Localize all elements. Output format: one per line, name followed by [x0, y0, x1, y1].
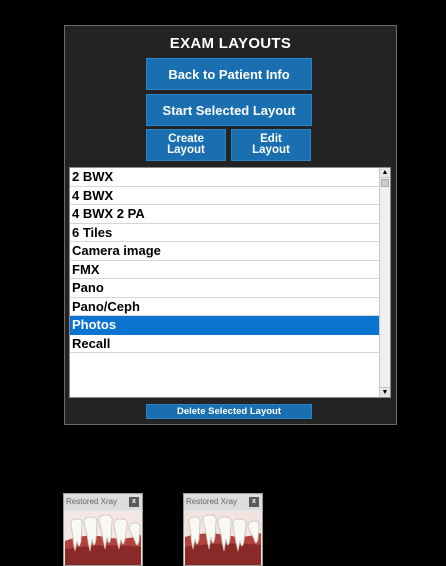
- scroll-thumb[interactable]: [381, 179, 389, 187]
- close-icon[interactable]: x: [249, 497, 259, 507]
- thumbnail-header: Restored Xray x: [64, 494, 142, 510]
- delete-selected-layout-button[interactable]: Delete Selected Layout: [146, 404, 312, 419]
- thumbnail-header: Restored Xray x: [184, 494, 262, 510]
- list-item[interactable]: Pano/Ceph: [70, 298, 380, 316]
- list-item[interactable]: 4 BWX: [70, 187, 380, 205]
- list-item[interactable]: 2 BWX: [70, 168, 380, 187]
- list-item-selected[interactable]: Photos: [70, 316, 380, 335]
- scroll-up-arrow-icon[interactable]: ▲: [380, 168, 390, 178]
- restored-xray-thumbnail[interactable]: Restored Xray x: [183, 493, 263, 566]
- create-layout-button[interactable]: Create Layout: [146, 129, 226, 161]
- list-item[interactable]: Pano: [70, 279, 380, 298]
- edit-layout-button[interactable]: Edit Layout: [231, 129, 311, 161]
- back-to-patient-info-button[interactable]: Back to Patient Info: [146, 58, 312, 90]
- list-item[interactable]: FMX: [70, 261, 380, 279]
- list-scrollbar[interactable]: ▲ ▼: [379, 168, 390, 397]
- scroll-down-arrow-icon[interactable]: ▼: [380, 387, 390, 397]
- teeth-image: [185, 511, 261, 565]
- panel-title: EXAM LAYOUTS: [169, 35, 292, 52]
- layouts-list-items: 2 BWX 4 BWX 4 BWX 2 PA 6 Tiles Camera im…: [70, 168, 380, 353]
- list-item[interactable]: Camera image: [70, 242, 380, 261]
- layouts-list[interactable]: 2 BWX 4 BWX 4 BWX 2 PA 6 Tiles Camera im…: [69, 167, 391, 398]
- restored-xray-thumbnail[interactable]: Restored Xray x: [63, 493, 143, 566]
- close-icon[interactable]: x: [129, 497, 139, 507]
- thumbnail-title: Restored Xray: [186, 497, 238, 506]
- list-item[interactable]: Recall: [70, 335, 380, 353]
- list-item[interactable]: 4 BWX 2 PA: [70, 205, 380, 224]
- teeth-image: [65, 511, 141, 565]
- exam-layouts-panel: EXAM LAYOUTS Back to Patient Info Start …: [64, 25, 397, 425]
- thumbnail-title: Restored Xray: [66, 497, 118, 506]
- start-selected-layout-button[interactable]: Start Selected Layout: [146, 94, 312, 126]
- list-item[interactable]: 6 Tiles: [70, 224, 380, 242]
